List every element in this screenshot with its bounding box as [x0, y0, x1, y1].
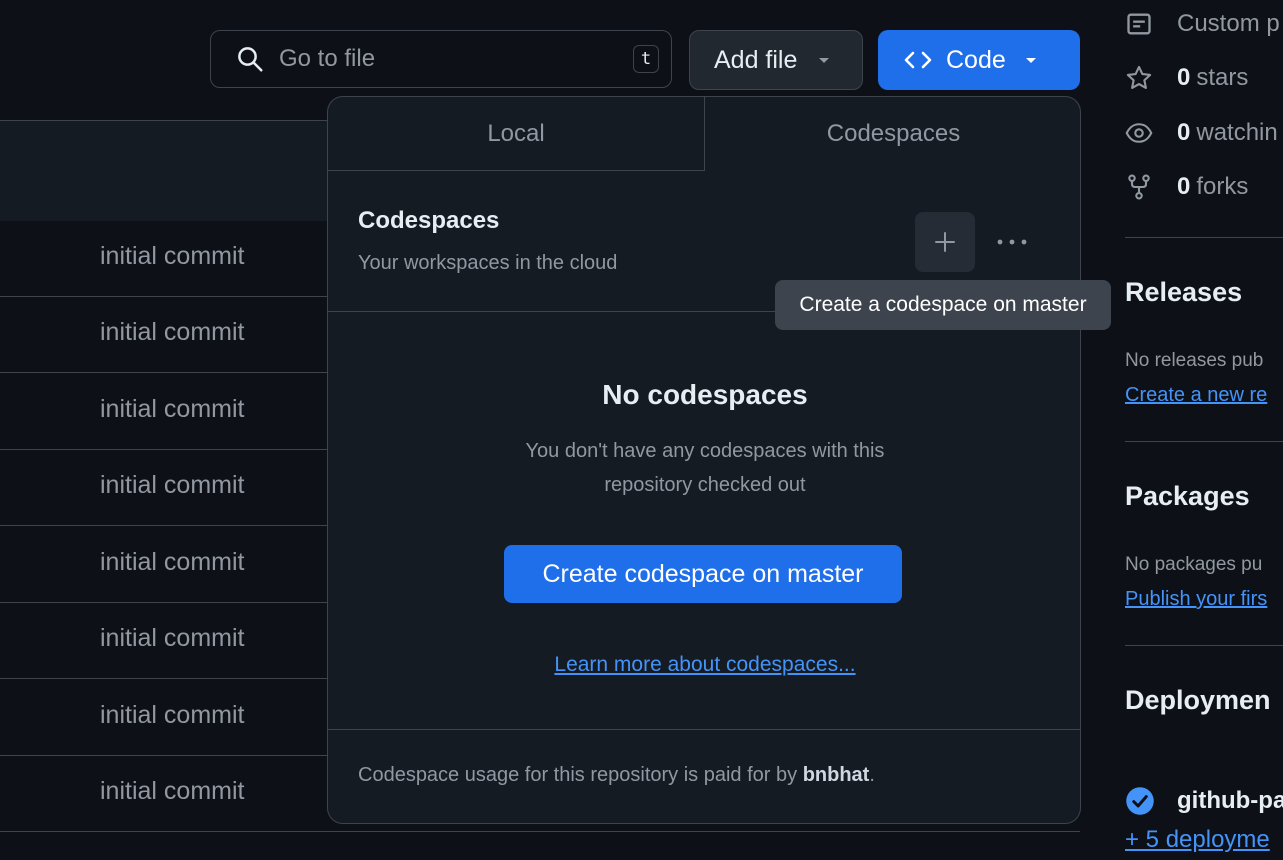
footer-suffix: . [869, 764, 875, 786]
footer-prefix: Codespace usage for this repository is p… [358, 764, 803, 786]
caret-down-icon [817, 55, 831, 65]
forks-link[interactable]: 0 forks [1125, 173, 1248, 201]
publish-package-link[interactable]: Publish your firs [1125, 588, 1267, 611]
releases-heading[interactable]: Releases [1125, 277, 1242, 308]
divider [1125, 441, 1283, 442]
tab-local[interactable]: Local [328, 97, 705, 171]
create-release-link[interactable]: Create a new re [1125, 384, 1267, 407]
commit-message[interactable]: initial commit [100, 548, 244, 577]
add-file-button[interactable]: Add file [689, 30, 863, 90]
deployment-item[interactable]: github-pa [1125, 786, 1283, 816]
code-popover: Local Codespaces Codespaces Your workspa… [327, 96, 1081, 824]
billing-footer: Codespace usage for this repository is p… [358, 764, 875, 787]
search-shortcut-key: t [633, 45, 659, 73]
kebab-icon [996, 238, 1028, 246]
divider [1125, 237, 1283, 238]
watching-label: watchin [1196, 119, 1278, 146]
caret-down-icon [1024, 55, 1038, 65]
empty-state-title: No codespaces [602, 379, 808, 410]
commit-message[interactable]: initial commit [100, 777, 244, 806]
packages-note: No packages pu [1125, 554, 1263, 575]
note-icon [1125, 10, 1153, 38]
commit-message[interactable]: initial commit [100, 395, 244, 424]
commit-message[interactable]: initial commit [100, 471, 244, 500]
custom-properties-label: Custom p [1177, 10, 1280, 37]
commit-message[interactable]: initial commit [100, 701, 244, 730]
commit-message[interactable]: initial commit [100, 624, 244, 653]
search-placeholder: Go to file [279, 45, 376, 72]
deployment-name: github-pa [1177, 787, 1283, 814]
check-circle-icon [1125, 786, 1155, 816]
watching-link[interactable]: 0 watchin [1125, 119, 1278, 147]
table-row-partial [0, 832, 1080, 860]
commit-message[interactable]: initial commit [100, 318, 244, 347]
divider [1125, 645, 1283, 646]
more-deployments-link[interactable]: + 5 deployme [1125, 826, 1270, 854]
code-icon [902, 48, 934, 72]
commit-message[interactable]: initial commit [100, 242, 244, 271]
releases-note: No releases pub [1125, 350, 1264, 371]
forks-label: forks [1196, 173, 1249, 200]
codespaces-section-subtitle: Your workspaces in the cloud [358, 252, 618, 274]
tab-codespaces[interactable]: Codespaces [705, 97, 1080, 171]
custom-properties-link[interactable]: Custom p [1125, 10, 1280, 38]
eye-icon [1125, 119, 1153, 147]
search-icon [235, 44, 265, 74]
forks-count: 0 [1177, 173, 1191, 200]
stars-count: 0 [1177, 64, 1191, 91]
empty-state-text: You don't have any codespaces with this … [525, 440, 885, 496]
billing-user: bnbhat [802, 764, 870, 786]
deployments-heading[interactable]: Deploymen [1125, 685, 1271, 716]
codespaces-section-title: Codespaces [358, 207, 500, 234]
code-button[interactable]: Code [878, 30, 1080, 90]
create-codespace-button[interactable]: Create codespace on master [504, 545, 902, 603]
more-options-button[interactable] [984, 212, 1040, 272]
star-icon [1125, 64, 1153, 92]
divider [328, 729, 1080, 730]
add-file-label: Add file [714, 45, 798, 74]
stars-label: stars [1196, 64, 1249, 91]
learn-more-link[interactable]: Learn more about codespaces... [328, 653, 1080, 677]
go-to-file-search[interactable]: Go to file t [210, 30, 672, 88]
tooltip: Create a codespace on master [775, 280, 1111, 330]
new-codespace-button[interactable] [915, 212, 975, 272]
fork-icon [1125, 173, 1153, 201]
stars-link[interactable]: 0 stars [1125, 64, 1248, 92]
watching-count: 0 [1177, 119, 1191, 146]
packages-heading[interactable]: Packages [1125, 481, 1250, 512]
plus-icon [933, 230, 957, 254]
code-label: Code [946, 45, 1006, 74]
